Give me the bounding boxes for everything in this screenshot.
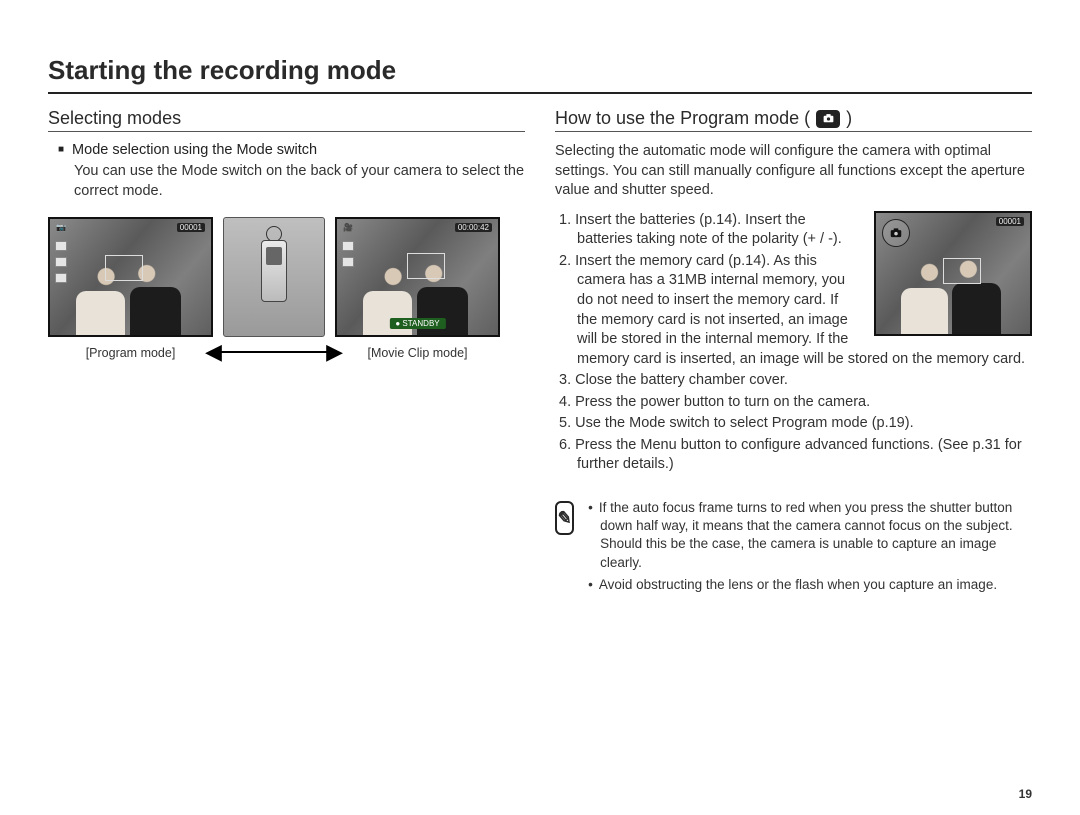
double-arrow-icon [205, 339, 343, 365]
shot-counter-right: 00001 [996, 217, 1024, 226]
body-text-mode-selection: You can use the Mode switch on the back … [74, 162, 525, 201]
camera-icon: 📷 [56, 223, 66, 232]
shot-counter: 00001 [177, 223, 205, 232]
mode-toggle [261, 240, 287, 302]
page-title: Starting the recording mode [48, 55, 1032, 94]
step-3: 3. Close the battery chamber cover. [559, 371, 1032, 391]
standby-label: ● STANDBY [389, 318, 445, 329]
left-column: Selecting modes Mode selection using the… [48, 108, 525, 598]
caption-movie-mode: [Movie Clip mode] [335, 346, 500, 360]
page-number: 19 [1019, 787, 1032, 801]
right-column: How to use the Program mode ( ) Selectin… [555, 108, 1032, 598]
tip-1: If the auto focus frame turns to red whe… [588, 499, 1032, 572]
movie-icon: 🎥 [343, 223, 353, 232]
lcd-preview-movie-mode: 🎥 00:00:42 ● STANDBY [335, 217, 500, 337]
lcd-preview-program-mode-right: 00001 [874, 211, 1032, 336]
quality-icon [342, 257, 354, 267]
section-heading-program-mode: How to use the Program mode ( ) [555, 108, 1032, 132]
step-6: 6. Press the Menu button to configure ad… [559, 436, 1032, 475]
flash-icon [55, 241, 67, 251]
step-5: 5. Use the Mode switch to select Program… [559, 414, 1032, 434]
heading-close-paren: ) [846, 108, 852, 129]
record-timer: 00:00:42 [455, 223, 492, 232]
tip-2: Avoid obstructing the lens or the flash … [588, 576, 1032, 594]
mode-switch-diagram: 📷 00001 [Program mode] [48, 217, 525, 360]
mode-switch-illustration [223, 217, 325, 337]
section-heading-selecting-modes: Selecting modes [48, 108, 525, 132]
subheading-mode-selection: Mode selection using the Mode switch [58, 142, 525, 158]
macro-icon [55, 257, 67, 267]
program-mode-icon [816, 110, 840, 128]
intro-text-program-mode: Selecting the automatic mode will config… [555, 142, 1032, 201]
caption-program-mode: [Program mode] [48, 346, 213, 360]
program-mode-indicator-icon [882, 219, 910, 247]
resolution-icon [342, 241, 354, 251]
tips-list: If the auto focus frame turns to red whe… [588, 499, 1032, 598]
step-4: 4. Press the power button to turn on the… [559, 393, 1032, 413]
timer-icon [55, 273, 67, 283]
heading-text: How to use the Program mode ( [555, 108, 810, 129]
note-icon: ✎ [555, 501, 574, 535]
lcd-preview-program-mode: 📷 00001 [48, 217, 213, 337]
